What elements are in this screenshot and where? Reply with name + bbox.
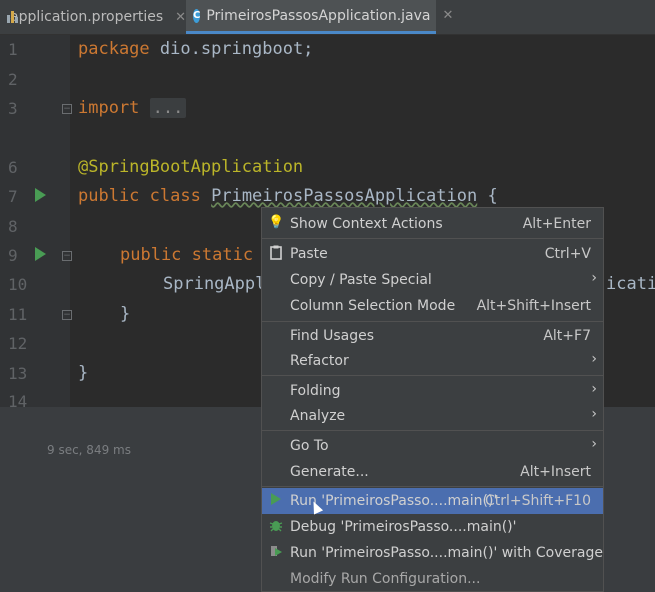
code-line: } <box>120 304 131 324</box>
chevron-right-icon: › <box>591 270 597 286</box>
run-gutter-icon[interactable] <box>35 247 46 261</box>
menu-item-paste[interactable]: Paste Ctrl+V <box>262 241 603 267</box>
menu-item-folding[interactable]: Folding › <box>262 378 603 404</box>
chevron-right-icon: › <box>591 436 597 452</box>
line-number: 10 <box>8 275 28 294</box>
menu-item-refactor[interactable]: Refactor › <box>262 348 603 374</box>
close-icon[interactable]: ✕ <box>175 10 186 25</box>
tab-label: application.properties <box>10 9 164 25</box>
run-gutter-icon[interactable] <box>35 188 46 202</box>
line-number: 11 <box>8 305 28 324</box>
menu-item-find-usages[interactable]: Find Usages Alt+F7 <box>262 323 603 349</box>
line-number: 12 <box>8 334 28 353</box>
lightbulb-icon: 💡 <box>268 215 285 230</box>
tab-primeiros-passos-application[interactable]: C PrimeirosPassosApplication.java ✕ <box>186 0 453 34</box>
menu-item-copy-paste-special[interactable]: Copy / Paste Special › <box>262 267 603 293</box>
fold-icon[interactable]: − <box>62 104 72 114</box>
line-number: 13 <box>8 364 28 383</box>
chevron-right-icon: › <box>591 381 597 397</box>
line-number: 3 <box>8 99 18 118</box>
menu-item-analyze[interactable]: Analyze › <box>262 403 603 429</box>
editor-tab-bar: application.properties ✕ C PrimeirosPass… <box>0 0 655 35</box>
code-line: @SpringBootApplication <box>78 157 304 177</box>
fold-icon[interactable]: − <box>62 251 72 261</box>
close-icon[interactable]: ✕ <box>442 8 453 23</box>
code-line: import ... <box>78 98 187 118</box>
coverage-icon <box>268 544 284 562</box>
menu-item-debug-main[interactable]: Debug 'PrimeirosPasso....main()' <box>262 514 603 540</box>
java-class-icon: C <box>193 8 201 23</box>
code-line: SpringAppl <box>163 274 266 294</box>
code-line: icati <box>606 274 655 294</box>
line-number: 6 <box>8 158 18 177</box>
tab-label: PrimeirosPassosApplication.java <box>206 7 431 24</box>
code-line: public class PrimeirosPassosApplication … <box>78 186 498 206</box>
context-menu: 💡 Show Context Actions Alt+Enter Paste C… <box>261 207 604 592</box>
run-icon <box>268 492 284 510</box>
line-number: 7 <box>8 187 18 206</box>
chevron-right-icon: › <box>591 351 597 367</box>
run-timer: 9 sec, 849 ms <box>47 443 131 457</box>
menu-item-modify-run-configuration[interactable]: Modify Run Configuration... <box>262 566 603 592</box>
line-number: 2 <box>8 70 18 89</box>
debug-icon <box>268 518 284 536</box>
clipboard-icon <box>268 245 284 263</box>
code-line: } <box>78 363 89 383</box>
fold-icon[interactable]: − <box>62 310 72 320</box>
chevron-right-icon: › <box>591 406 597 422</box>
menu-item-generate[interactable]: Generate... Alt+Insert <box>262 459 603 485</box>
menu-item-show-context-actions[interactable]: 💡 Show Context Actions Alt+Enter <box>262 211 603 237</box>
menu-item-go-to[interactable]: Go To › <box>262 433 603 459</box>
line-number: 1 <box>8 40 18 59</box>
menu-item-run-with-coverage[interactable]: Run 'PrimeirosPasso....main()' with Cove… <box>262 540 603 566</box>
code-line: public static <box>120 245 254 265</box>
folded-imports[interactable]: ... <box>149 98 187 118</box>
line-number: 8 <box>8 217 18 236</box>
menu-item-column-selection-mode[interactable]: Column Selection Mode Alt+Shift+Insert <box>262 293 603 319</box>
code-line: package dio.springboot; <box>78 39 314 59</box>
tab-application-properties[interactable]: application.properties ✕ <box>6 0 186 34</box>
line-number: 9 <box>8 246 18 265</box>
